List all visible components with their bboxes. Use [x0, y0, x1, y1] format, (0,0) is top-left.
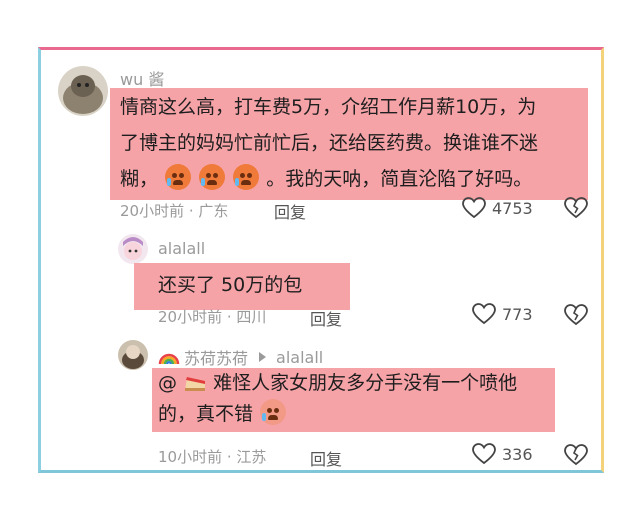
reply-to-username[interactable]: alalall [276, 348, 323, 367]
comment-text-fragment: 糊， [120, 168, 159, 190]
comment-text-line: 了博主的妈妈忙前忙后，还给医药费。换谁谁不迷 [120, 132, 539, 154]
crying-face-emoji [233, 164, 260, 190]
cake-emoji [185, 377, 206, 391]
broken-heart-icon [564, 304, 588, 326]
dislike-button[interactable] [564, 197, 588, 223]
reply-button[interactable]: 回复 [310, 446, 342, 470]
comment-text-line: 的，真不错 [158, 399, 517, 430]
comment-meta: 20小时前 · 广东 [120, 202, 229, 220]
like-count: 336 [502, 444, 533, 464]
crying-face-emoji [260, 399, 287, 425]
heart-outline-icon [472, 443, 496, 465]
comment-text-line: 糊， 。我的天呐，简直沦陷了好吗。 [120, 161, 590, 197]
like-count: 4753 [492, 198, 533, 218]
comment-text: 还买了 50万的包 [158, 274, 303, 296]
avatar[interactable] [118, 234, 148, 264]
avatar[interactable] [118, 340, 148, 370]
triangle-right-icon [259, 352, 267, 362]
comment-text-line: 情商这么高，打车费5万，介绍工作月薪10万，为 [120, 96, 537, 118]
dislike-button[interactable] [564, 304, 588, 330]
comment-text-fragment: 的，真不错 [158, 403, 254, 425]
comment-text: 情商这么高，打车费5万，介绍工作月薪10万，为 了博主的妈妈忙前忙后，还给医药费… [120, 89, 590, 197]
heart-outline-icon [472, 303, 496, 325]
comment-text-fragment: 难怪人家女朋友多分手没有一个喷他 [213, 372, 518, 394]
comment-text-line: @ 难怪人家女朋友多分手没有一个喷他 [158, 368, 517, 399]
reply-button[interactable]: 回复 [310, 306, 342, 330]
dislike-button[interactable] [564, 444, 588, 470]
comment-username[interactable]: 苏荷苏荷 alalall [158, 345, 323, 369]
reply-button[interactable]: 回复 [274, 199, 306, 223]
crying-face-emoji [199, 164, 226, 190]
like-button[interactable]: 4753 [462, 197, 533, 219]
comment-text: @ 难怪人家女朋友多分手没有一个喷他 的，真不错 [158, 368, 517, 430]
comment-meta: 20小时前 · 四川 [158, 308, 267, 326]
rainbow-emoji [158, 353, 180, 365]
like-button[interactable]: 773 [472, 303, 533, 325]
crying-face-emoji [165, 164, 192, 190]
comment-text-fragment: 。我的天呐，简直沦陷了好吗。 [266, 168, 533, 190]
broken-heart-icon [564, 197, 588, 219]
comment-username[interactable]: wu 酱 [120, 66, 164, 90]
username-text: 苏荷苏荷 [184, 349, 249, 368]
like-count: 773 [502, 304, 533, 324]
broken-heart-icon [564, 444, 588, 466]
comment-username[interactable]: alalall [158, 239, 205, 258]
avatar[interactable] [58, 66, 108, 116]
heart-outline-icon [462, 197, 486, 219]
mention-at: @ [158, 372, 177, 394]
like-button[interactable]: 336 [472, 443, 533, 465]
comment-meta: 10小时前 · 江苏 [158, 448, 267, 466]
